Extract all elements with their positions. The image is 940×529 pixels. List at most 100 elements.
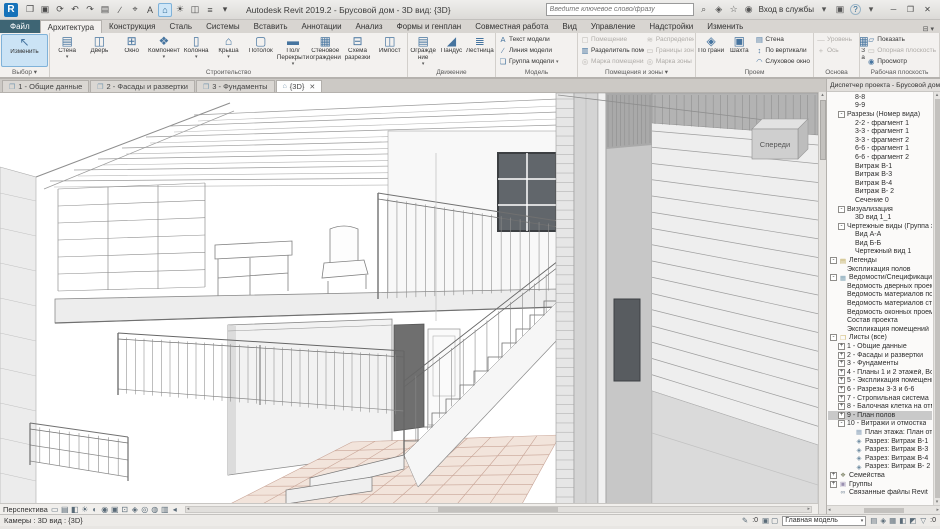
tree-item[interactable]: -Разрезы (Номер вида) [828, 110, 932, 119]
undo-icon[interactable]: ↶ [68, 3, 82, 17]
component-button[interactable]: ❖Компонент▾ [148, 34, 180, 67]
default-3d-view-icon[interactable]: ⌂ [158, 3, 172, 17]
scroll-thumb[interactable] [864, 508, 904, 513]
sign-in-button[interactable]: Вход в службы [759, 5, 814, 14]
restore-button[interactable]: ❐ [902, 3, 919, 17]
drag-elements-icon[interactable]: ◩ [909, 516, 916, 525]
tree-item[interactable]: Вид Б-Б [828, 239, 932, 248]
tree-item[interactable]: Витраж В-4 [828, 179, 932, 188]
worksets-icon[interactable]: ▤ [870, 516, 877, 525]
tree-item[interactable]: Сечение 0 [828, 196, 932, 205]
tree-item[interactable]: +1 - Общие данные [828, 342, 932, 351]
ribbon-tab-manage[interactable]: Управление [584, 20, 642, 33]
scroll-right-icon[interactable]: ▸ [807, 506, 810, 512]
ribbon-tab-modify[interactable]: Изменить [700, 20, 750, 33]
collapse-icon[interactable]: - [830, 334, 837, 341]
expand-icon[interactable]: + [838, 360, 845, 367]
expand-icon[interactable]: + [838, 343, 845, 350]
tree-item[interactable]: Экспликация полов [828, 265, 932, 274]
curtain-system-button[interactable]: ▦Стеновое ограждение [309, 34, 341, 67]
canvas-h-scrollbar[interactable]: ◂ ▸ [185, 506, 812, 513]
tree-item[interactable]: -Чертежные виды (Группа элеме [828, 222, 932, 231]
view-tab-sheet-3[interactable]: ❐3 - Фундаменты [196, 80, 275, 92]
text-icon[interactable]: A [143, 3, 157, 17]
chevron-down-icon[interactable]: ▾ [66, 55, 69, 59]
expand-icon[interactable]: + [838, 403, 845, 410]
expand-icon[interactable]: + [830, 472, 837, 479]
floor-button[interactable]: ▬Пол/Перекрытие▾ [277, 34, 309, 67]
help-chevron-icon[interactable]: ▾ [865, 4, 877, 15]
lock-view-icon[interactable]: ◈ [130, 505, 140, 514]
tree-item[interactable]: Витраж В-3 [828, 170, 932, 179]
ribbon-tab-insert[interactable]: Вставить [247, 20, 295, 33]
scroll-right-icon[interactable]: ▸ [936, 507, 939, 513]
expand-icon[interactable]: + [838, 352, 845, 359]
tree-item[interactable]: -❐Листы (все) [828, 334, 932, 343]
tree-item[interactable]: -Визуализация [828, 205, 932, 214]
editing-requests-icon[interactable]: ✎ [742, 516, 748, 525]
search-go-icon[interactable]: ⌕ [698, 4, 710, 15]
view-scale-icon[interactable]: ▭ [50, 505, 60, 514]
ribbon-tab-analyze[interactable]: Анализ [349, 20, 390, 33]
exchange-apps-icon[interactable]: ▣ [834, 4, 846, 15]
model-group-button[interactable]: ❏Группа модели▾ [497, 56, 560, 67]
scroll-down-icon[interactable]: ▾ [936, 499, 939, 505]
temporary-hide-icon[interactable]: ◎ [140, 505, 150, 514]
render-icon[interactable]: ◉ [100, 505, 110, 514]
tree-item[interactable]: +4 - Планы 1 и 2 этажей, Водост [828, 368, 932, 377]
drawing-area[interactable]: Спереди Перспектива ▭▤◧☀◐◉▣⊡◈◎◍▥◂ ◂ ▸ [0, 92, 818, 514]
project-browser-header[interactable]: Диспетчер проекта - Брусовой дом ✕ [827, 79, 940, 92]
design-option-select[interactable]: Главная модель▾ [782, 516, 866, 526]
exclude-options-icon[interactable]: ▢ [771, 516, 778, 525]
wall-opening-button[interactable]: ▤Стена [753, 34, 812, 45]
tree-item[interactable]: -▤Легенды [828, 256, 932, 265]
select-toggle-icon[interactable]: ◧ [899, 516, 906, 525]
modify-button[interactable]: ↖Изменить [1, 34, 48, 67]
sun-settings-icon[interactable]: ☀ [80, 505, 90, 514]
close-icon[interactable]: ✕ [309, 83, 315, 91]
tree-item[interactable]: 3-3 - фрагмент 2 [828, 136, 932, 145]
selection-filter-icon[interactable]: ▽ [920, 516, 926, 525]
search-input[interactable] [546, 3, 694, 16]
scroll-thumb[interactable] [935, 99, 940, 498]
tree-item[interactable]: +6 - Разрезы 3-3 и 6-6 [828, 385, 932, 394]
stair-button[interactable]: ≣Лестница [466, 34, 494, 67]
close-button[interactable]: ✕ [919, 3, 936, 17]
tree-item[interactable]: 9-9 [828, 102, 932, 111]
wall-button[interactable]: ▤Стена▾ [51, 34, 83, 67]
expand-icon[interactable]: + [830, 481, 837, 488]
collapse-icon[interactable]: - [838, 111, 845, 118]
browser-v-scrollbar[interactable]: ▴ ▾ [933, 92, 940, 505]
perspective-label[interactable]: Перспектива [3, 505, 48, 514]
ribbon-tab-annotate[interactable]: Аннотации [295, 20, 349, 33]
collapse-icon[interactable]: ◂ [170, 505, 180, 514]
curtain-grid-button[interactable]: ⊟Схема разрезки стены [341, 34, 373, 67]
redo-icon[interactable]: ↷ [83, 3, 97, 17]
ceiling-button[interactable]: ▢Потолок [245, 34, 277, 67]
tree-item[interactable]: Вид А-А [828, 231, 932, 240]
tree-item[interactable]: ◈Разрез: Витраж В-3 [828, 445, 932, 454]
active-option-icon[interactable]: ▣ [762, 516, 769, 525]
tree-item[interactable]: +5 - Экспликация помещений. Ра [828, 377, 932, 386]
collapse-icon[interactable]: - [830, 257, 837, 264]
links-icon[interactable]: ◈ [880, 516, 886, 525]
tree-item[interactable]: +2 - Фасады и развертки [828, 351, 932, 360]
chevron-down-icon[interactable]: ▾ [163, 55, 166, 59]
tree-item[interactable]: -▦Ведомости/Спецификации (все) [828, 273, 932, 282]
chevron-down-icon[interactable]: ▾ [422, 62, 425, 66]
railing-button[interactable]: ▤Ограждение▾ [409, 34, 437, 67]
tree-item[interactable]: +7 - Стропильная система [828, 394, 932, 403]
ribbon-tab-architecture[interactable]: Архитектура [40, 20, 102, 33]
warnings-icon[interactable]: ▦ [889, 516, 896, 525]
ramp-button[interactable]: ◢Пандус [437, 34, 465, 67]
scroll-thumb[interactable] [820, 100, 826, 160]
sun-icon[interactable]: ☀ [173, 3, 187, 17]
revit-logo-icon[interactable]: R [4, 3, 18, 17]
chevron-down-icon[interactable]: ▾ [227, 55, 230, 59]
model-line-button[interactable]: ∕Линия модели [497, 45, 560, 56]
ribbon-tab-addins[interactable]: Надстройки [642, 20, 700, 33]
ribbon-tab-collaborate[interactable]: Совместная работа [468, 20, 555, 33]
reveal-hidden-icon[interactable]: ◍ [150, 505, 160, 514]
3d-view-drawing[interactable]: Спереди [0, 93, 818, 504]
sync-icon[interactable]: ⟳ [53, 3, 67, 17]
